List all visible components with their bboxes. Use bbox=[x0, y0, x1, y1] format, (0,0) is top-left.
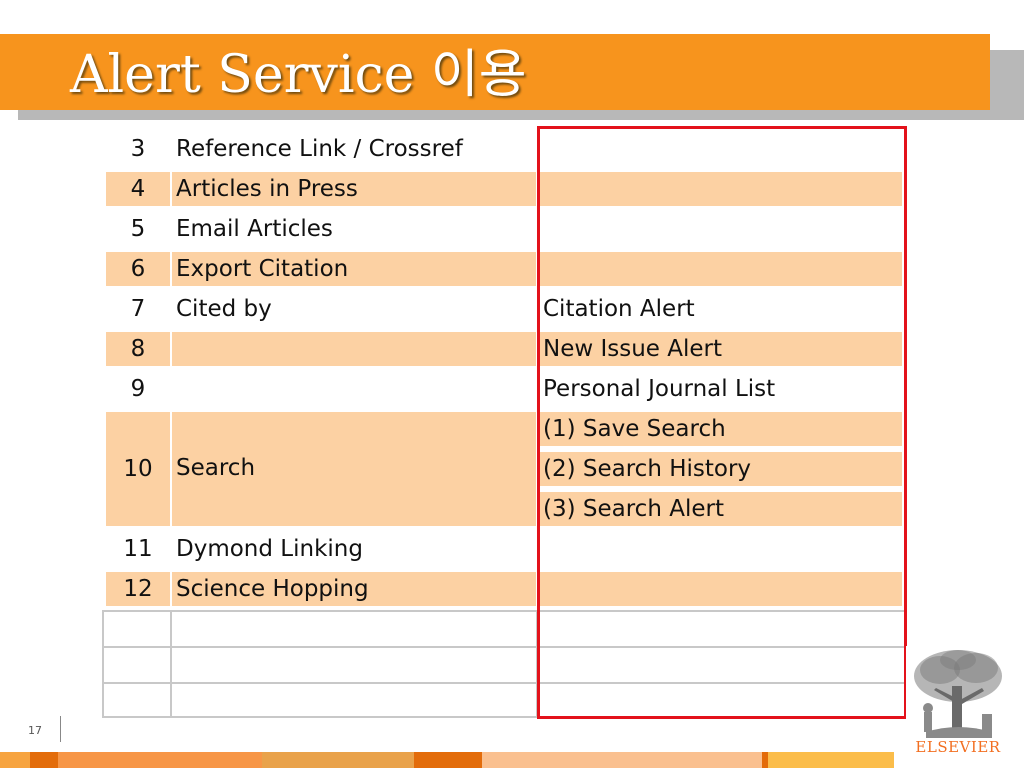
feature-name: Reference Link / Crossref bbox=[176, 136, 463, 162]
slide-title: Alert Service 이용 bbox=[70, 45, 527, 105]
footer-divider bbox=[60, 716, 61, 742]
row-number: 6 bbox=[106, 252, 170, 286]
row-number: 4 bbox=[106, 172, 170, 206]
feature-name: Science Hopping bbox=[172, 572, 536, 606]
row-number: 10 bbox=[106, 412, 170, 526]
feature-name: Cited by bbox=[176, 296, 272, 322]
grid-line bbox=[170, 610, 172, 718]
elsevier-wordmark: ELSEVIER bbox=[915, 738, 1001, 756]
feature-name bbox=[172, 332, 536, 366]
feature-name: Export Citation bbox=[172, 252, 536, 286]
row-number: 9 bbox=[130, 376, 146, 402]
feature-name: Dymond Linking bbox=[176, 536, 363, 562]
row-number: 5 bbox=[130, 216, 146, 242]
row-number: 8 bbox=[106, 332, 170, 366]
row-number: 7 bbox=[130, 296, 146, 322]
row-number: 3 bbox=[130, 136, 146, 162]
feature-name bbox=[172, 372, 536, 406]
alert-column-highlight bbox=[537, 126, 907, 719]
page-number: 17 bbox=[28, 724, 42, 737]
feature-name: Search bbox=[172, 412, 536, 526]
row-number: 11 bbox=[123, 536, 153, 562]
row-number: 12 bbox=[106, 572, 170, 606]
feature-name: Email Articles bbox=[176, 216, 333, 242]
feature-name: Articles in Press bbox=[172, 172, 536, 206]
